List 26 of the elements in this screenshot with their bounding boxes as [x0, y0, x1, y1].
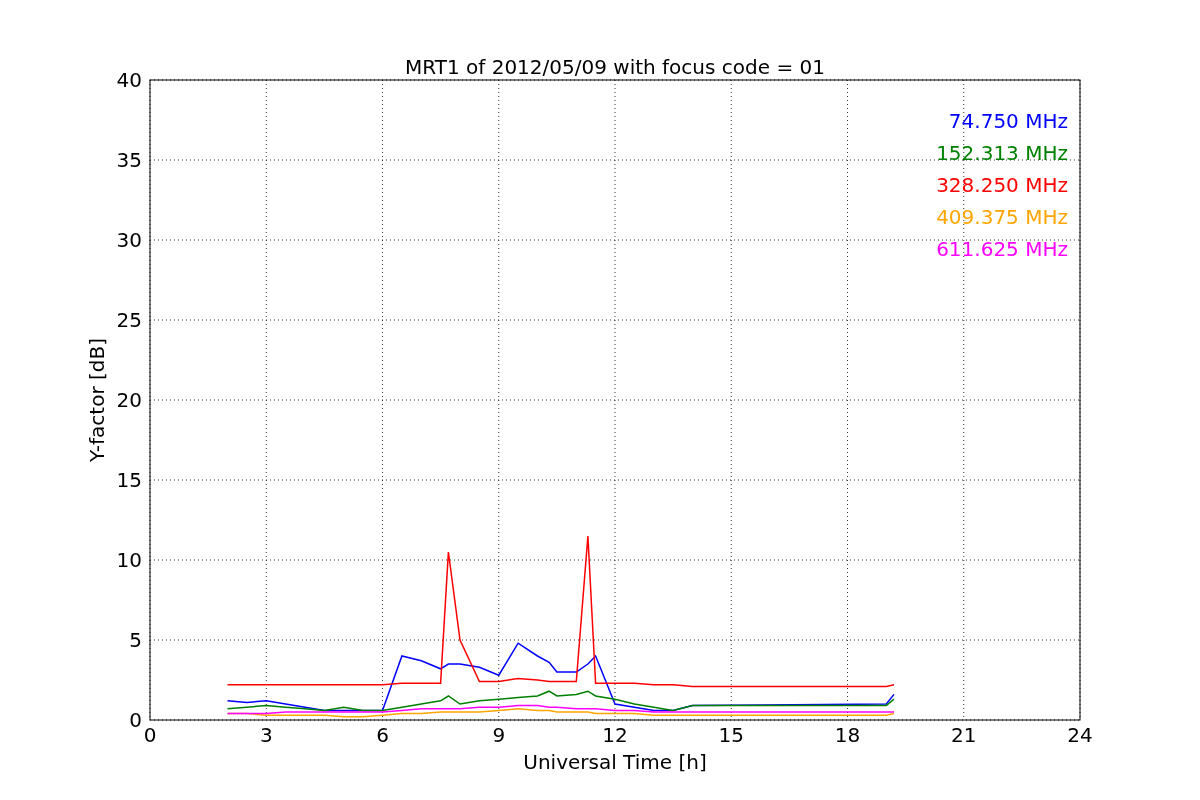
x-tick-label: 24	[1067, 723, 1093, 747]
x-tick-label: 12	[602, 723, 628, 747]
y-tick-label: 15	[116, 468, 142, 492]
y-tick-label: 10	[116, 548, 142, 572]
legend-label: 611.625 MHz	[936, 237, 1068, 261]
x-tick-label: 9	[492, 723, 506, 747]
legend-label: 152.313 MHz	[936, 141, 1068, 165]
x-tick-label: 21	[951, 723, 977, 747]
y-tick-label: 25	[116, 308, 142, 332]
chart-title: MRT1 of 2012/05/09 with focus code = 01	[405, 55, 825, 79]
legend-label: 328.250 MHz	[936, 173, 1068, 197]
y-axis-label: Y-factor [dB]	[85, 338, 109, 462]
legend-label: 409.375 MHz	[936, 205, 1068, 229]
x-tick-label: 6	[376, 723, 389, 747]
y-tick-label: 5	[129, 628, 142, 652]
y-tick-label: 30	[116, 228, 142, 252]
x-tick-label: 18	[834, 723, 861, 747]
legend-label: 74.750 MHz	[948, 109, 1068, 133]
x-tick-label: 0	[143, 723, 157, 747]
y-tick-label: 35	[116, 148, 142, 172]
x-tick-label: 15	[718, 723, 744, 747]
y-tick-label: 0	[129, 708, 142, 732]
y-tick-label: 20	[116, 388, 142, 412]
y-tick-label: 40	[116, 68, 142, 92]
x-axis-label: Universal Time [h]	[523, 750, 707, 774]
x-tick-label: 3	[259, 723, 273, 747]
